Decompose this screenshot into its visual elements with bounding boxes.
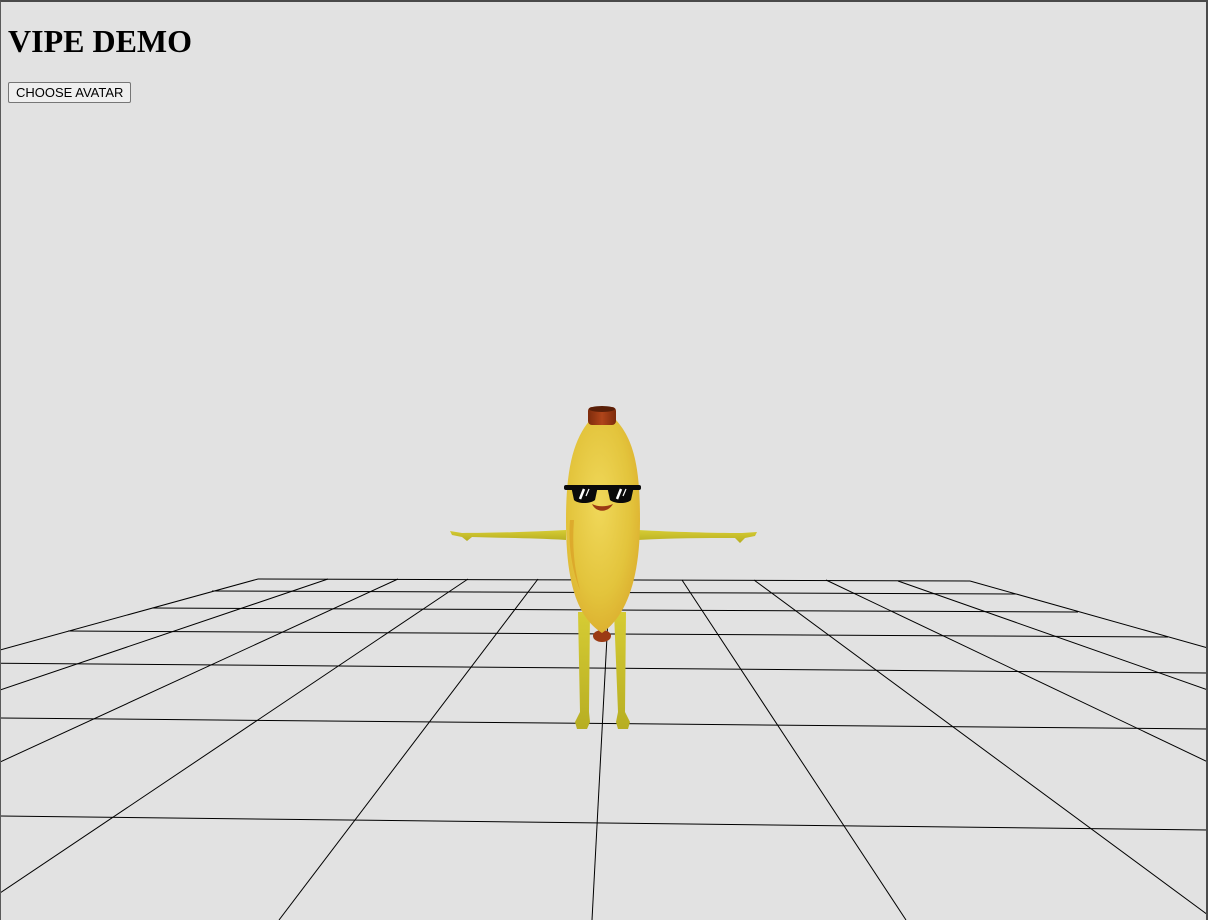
- left-leg: [575, 612, 590, 729]
- 3d-viewport[interactable]: [0, 0, 1208, 920]
- page-title: VIPE DEMO: [8, 23, 192, 59]
- right-arm: [638, 530, 757, 543]
- right-leg: [614, 612, 630, 729]
- banana-body: [566, 420, 640, 633]
- choose-avatar-button[interactable]: CHOOSE AVATAR: [8, 82, 132, 103]
- banana-avatar[interactable]: [450, 406, 757, 729]
- left-arm: [450, 530, 566, 541]
